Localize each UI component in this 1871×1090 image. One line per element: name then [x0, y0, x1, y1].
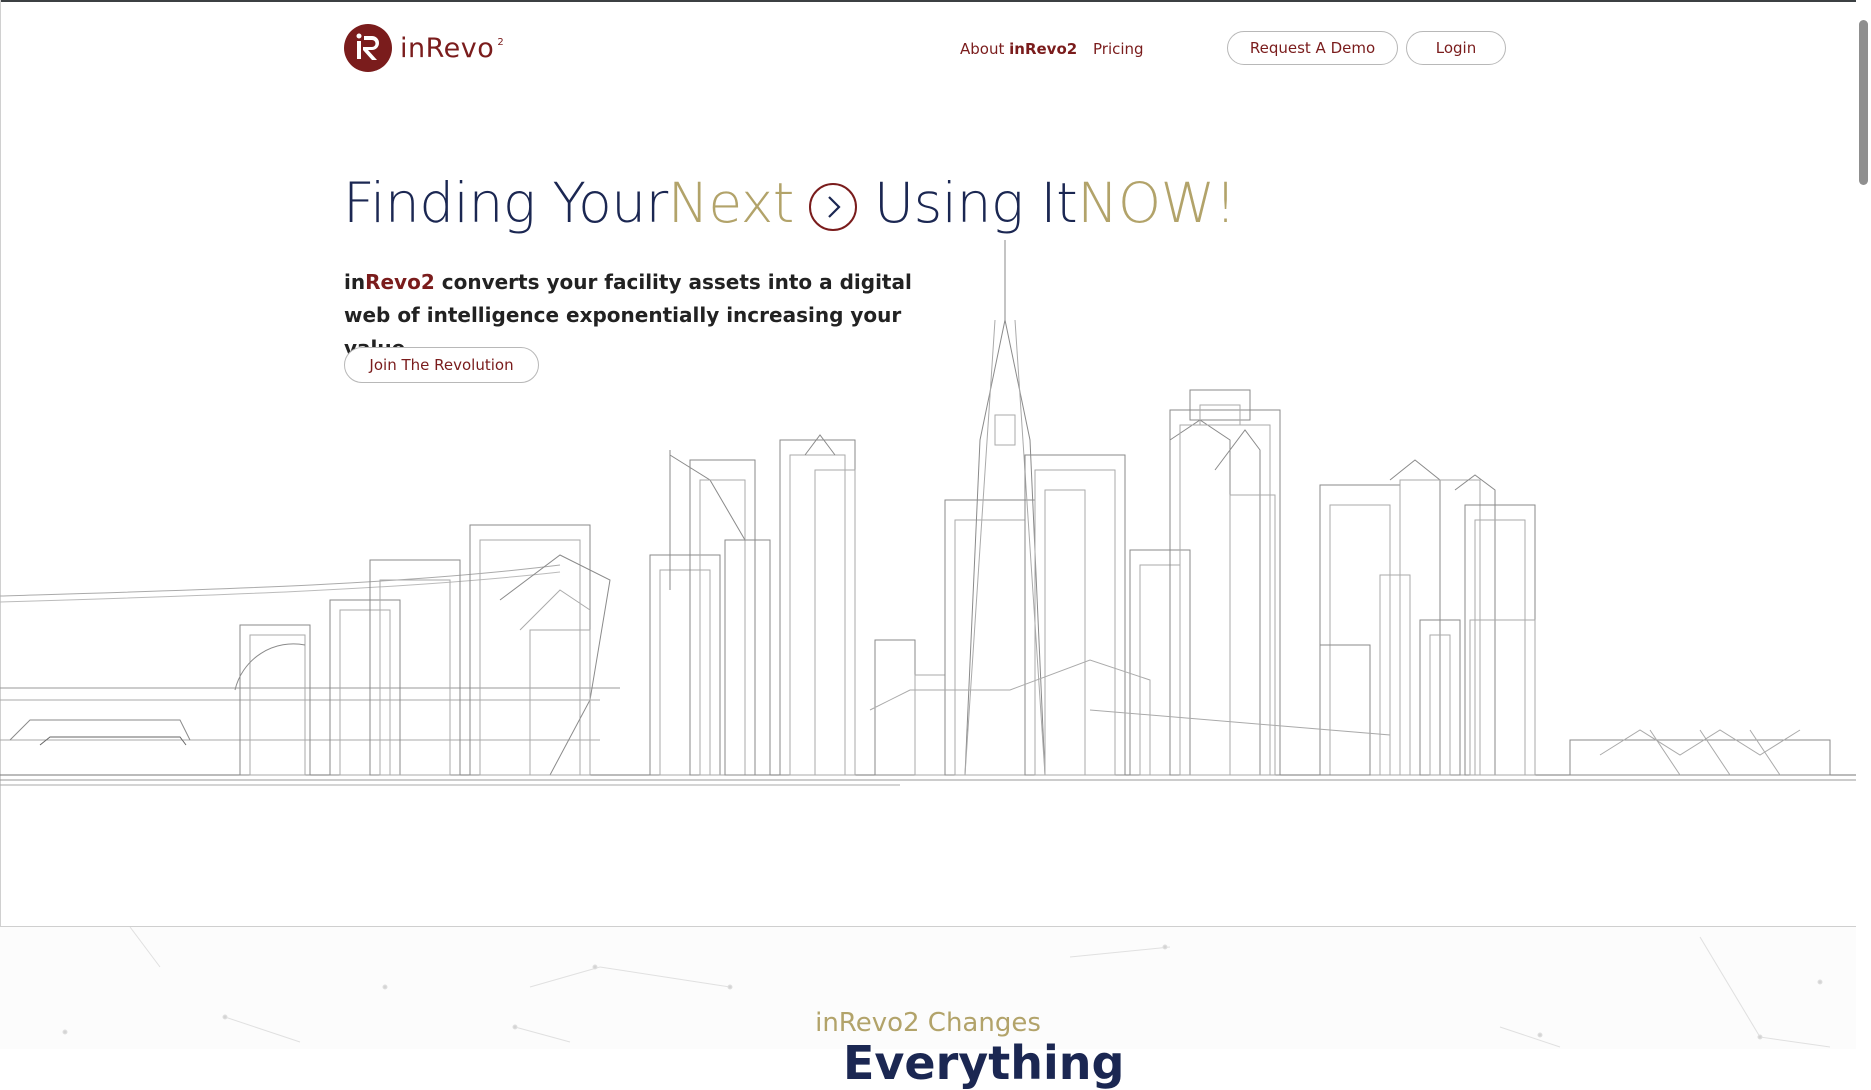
hero-title-part2: Using It — [873, 171, 1078, 235]
section-heading: Everything — [843, 1036, 1125, 1090]
hero-sub-in: in — [344, 270, 366, 294]
logo-superscript: 2 — [497, 36, 505, 48]
window-top-border — [0, 0, 1871, 2]
nav-about-brand: inRevo2 — [1009, 40, 1078, 58]
hero-sub-brand: Revo2 — [365, 270, 435, 294]
hero-title-now: NOW! — [1077, 171, 1237, 235]
site-logo[interactable]: inRevo 2 — [344, 24, 504, 72]
join-revolution-button[interactable]: Join The Revolution — [344, 347, 539, 383]
logo-wordmark: inRevo 2 — [400, 32, 504, 64]
logo-text: inRevo — [400, 32, 495, 64]
nav-about-link[interactable]: About inRevo2 — [960, 40, 1077, 58]
section-label: inRevo2 Changes — [815, 1008, 1041, 1038]
hero-title: Finding Your Next Using It NOW! — [343, 168, 1237, 238]
login-button[interactable]: Login — [1406, 31, 1506, 65]
chevron-right-circle-icon — [808, 183, 857, 231]
nav-pricing-link[interactable]: Pricing — [1093, 40, 1144, 58]
ir-logo-icon — [344, 24, 392, 72]
request-demo-button[interactable]: Request A Demo — [1227, 31, 1398, 65]
scrollbar-thumb[interactable] — [1859, 20, 1868, 185]
hero-title-next: Next — [667, 171, 795, 235]
hero-title-part1: Finding Your — [343, 171, 668, 235]
nav-about-prefix: About — [960, 40, 1010, 58]
